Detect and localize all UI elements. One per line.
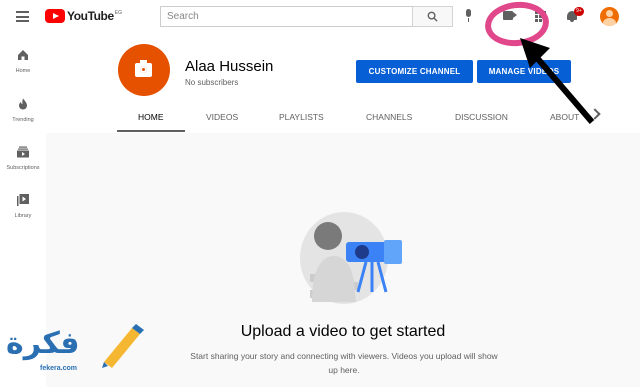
annotation-arrow [520, 38, 595, 124]
logo-text: YouTube [67, 9, 114, 23]
menu-icon[interactable] [16, 11, 29, 22]
sidebar-item-trending[interactable]: Trending [0, 98, 46, 123]
notification-badge: 9+ [574, 7, 584, 16]
sidebar-item-label: Subscriptions [6, 165, 40, 171]
subscriptions-icon [17, 146, 29, 158]
customize-channel-button[interactable]: CUSTOMIZE CHANNEL [356, 60, 473, 83]
sidebar-item-label: Library [14, 213, 32, 219]
sidebar-item-library[interactable]: Library [0, 194, 46, 219]
watermark-domain: fekera.com [40, 365, 77, 372]
home-icon [18, 50, 28, 60]
active-tab-indicator [117, 130, 185, 132]
channel-name: Alaa Hussein [185, 58, 274, 75]
sidebar-item-label: Trending [12, 117, 34, 123]
tab-discussion[interactable]: DISCUSSION [455, 112, 508, 122]
pencil-icon [102, 324, 144, 368]
search-icon [427, 11, 438, 22]
empty-state-description: Start sharing your story and connecting … [190, 351, 498, 375]
youtube-play-icon [45, 9, 65, 23]
tab-playlists[interactable]: PLAYLISTS [279, 112, 324, 122]
search-button[interactable] [412, 6, 453, 27]
logo-region: EG [114, 9, 122, 16]
empty-state-title: Upload a video to get started [240, 323, 446, 340]
empty-state-illustration [300, 212, 402, 304]
sidebar-item-home[interactable]: Home [0, 49, 46, 74]
sidebar-item-label: Home [15, 68, 31, 74]
tab-channels[interactable]: CHANNELS [366, 112, 412, 122]
library-icon [17, 194, 29, 206]
tab-videos[interactable]: VIDEOS [206, 112, 238, 122]
watermark-logo: فكرة [6, 326, 80, 361]
account-avatar[interactable] [600, 7, 619, 26]
channel-avatar[interactable] [118, 44, 170, 96]
sidebar-item-subscriptions[interactable]: Subscriptions [0, 146, 46, 171]
mic-icon[interactable] [465, 9, 472, 23]
subscriber-count: No subscribers [185, 78, 239, 87]
youtube-logo[interactable]: YouTube EG [45, 9, 122, 23]
search-input[interactable]: Search [160, 6, 413, 27]
tab-home[interactable]: HOME [138, 112, 164, 122]
flame-icon [19, 98, 27, 110]
camera-icon [135, 60, 152, 77]
